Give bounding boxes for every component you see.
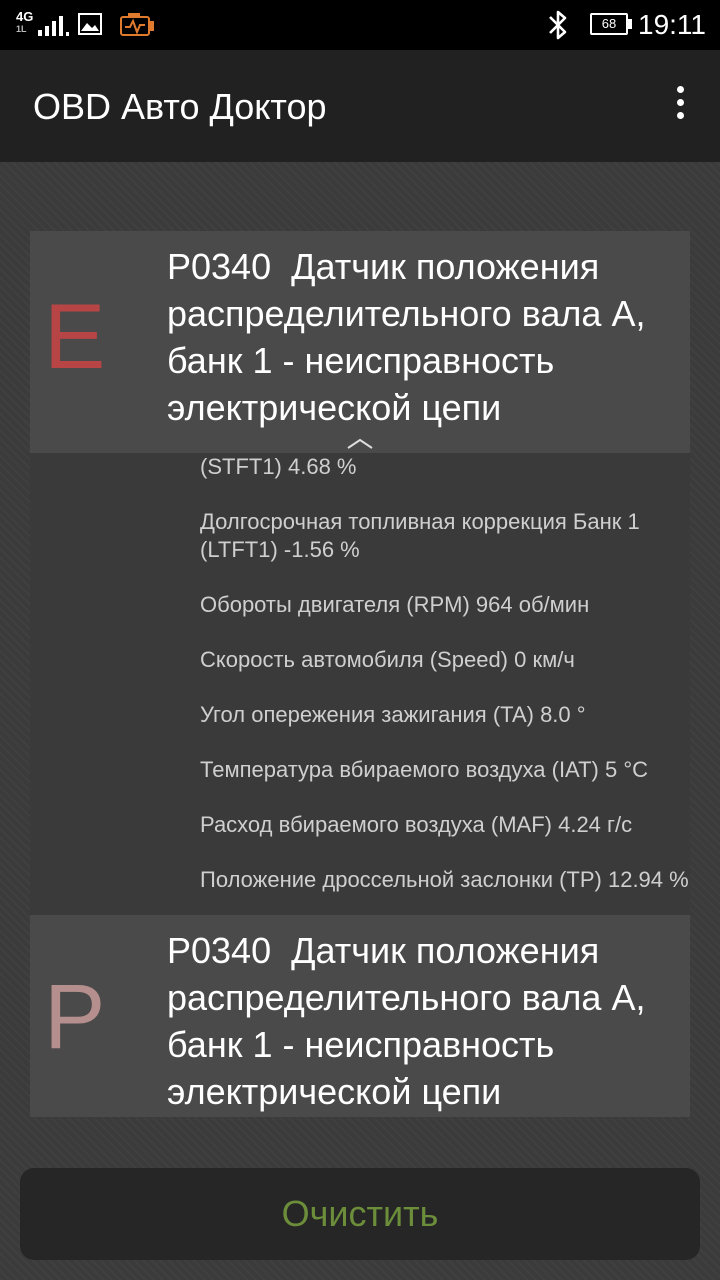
app-bar: OBD Авто Доктор	[0, 50, 720, 162]
trouble-code-card[interactable]: P P0340 Датчик положения распределительн…	[30, 915, 690, 1117]
engine-check-icon	[120, 13, 154, 36]
code-type-letter: E	[44, 286, 106, 388]
param-ltft1: Долгосрочная топливная коррекция Банк 1 …	[200, 509, 640, 562]
code-number: P0340	[167, 246, 272, 287]
freeze-frame-parameters: Кратковременная топливная коррекция Банк…	[30, 453, 690, 915]
code-text: P0340 Датчик положения распределительног…	[167, 927, 667, 1115]
param-rpm: Обороты двигателя (RPM) 964 об/мин	[200, 592, 590, 617]
network-sub: 1L	[16, 24, 27, 34]
param-speed: Скорость автомобиля (Speed) 0 км/ч	[200, 647, 575, 672]
overflow-menu-icon[interactable]	[670, 86, 690, 126]
network-type: 4G	[16, 9, 34, 24]
code-type-letter: P	[44, 966, 106, 1068]
code-number: P0340	[167, 930, 272, 971]
battery-level: 68	[590, 13, 628, 35]
param-iat: Температура вбираемого воздуха (IAT) 5 °…	[200, 757, 649, 782]
param-throttle: Положение дроссельной заслонки (TP) 12.9…	[200, 867, 689, 892]
param-maf: Расход вбираемого воздуха (MAF) 4.24 г/с	[200, 812, 633, 837]
gallery-icon	[78, 13, 102, 35]
code-text: P0340 Датчик положения распределительног…	[167, 243, 667, 431]
signal-icon	[38, 16, 69, 36]
param-stft1: Кратковременная топливная коррекция Банк…	[200, 454, 357, 479]
clock: 19:11	[638, 9, 706, 40]
network-indicator: 4G 1L	[16, 10, 33, 36]
battery-icon: 68	[590, 13, 634, 37]
param-timing-advance: Угол опережения зажигания (TA) 8.0 °	[200, 702, 586, 727]
status-bar: 4G 1L 68 19:11	[0, 0, 720, 50]
trouble-code-card[interactable]: E P0340 Датчик положения распределительн…	[30, 231, 690, 453]
clear-codes-button[interactable]: Очистить	[20, 1168, 700, 1260]
chevron-up-icon[interactable]	[346, 437, 374, 449]
bluetooth-icon	[549, 10, 567, 40]
app-title: OBD Авто Доктор	[33, 86, 327, 127]
